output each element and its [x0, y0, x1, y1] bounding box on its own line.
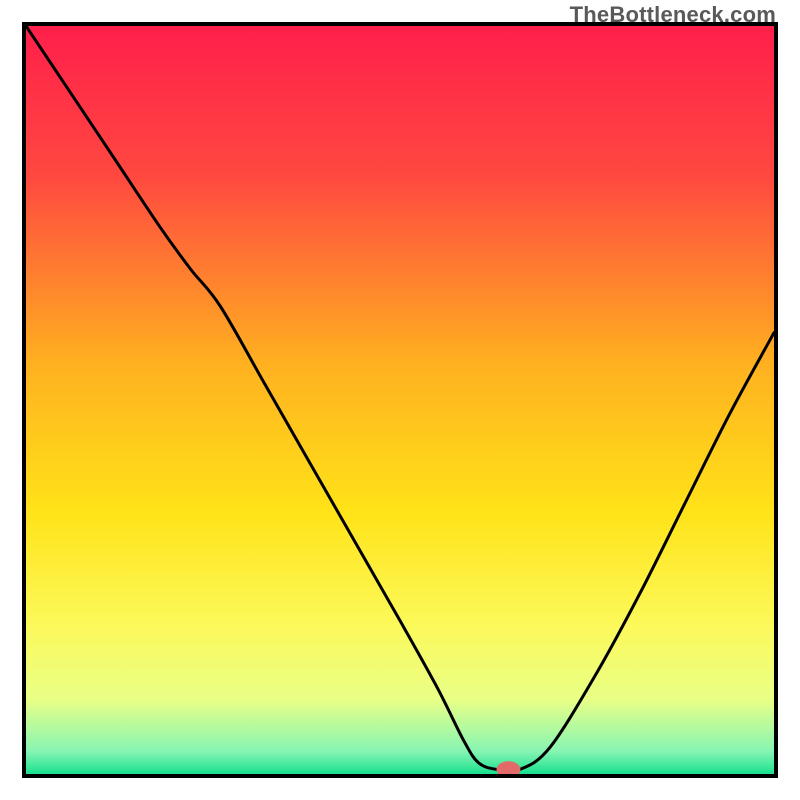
plot-area	[22, 22, 778, 778]
chart-frame: TheBottleneck.com	[0, 0, 800, 800]
plot-svg	[26, 26, 774, 774]
gradient-background	[26, 26, 774, 774]
